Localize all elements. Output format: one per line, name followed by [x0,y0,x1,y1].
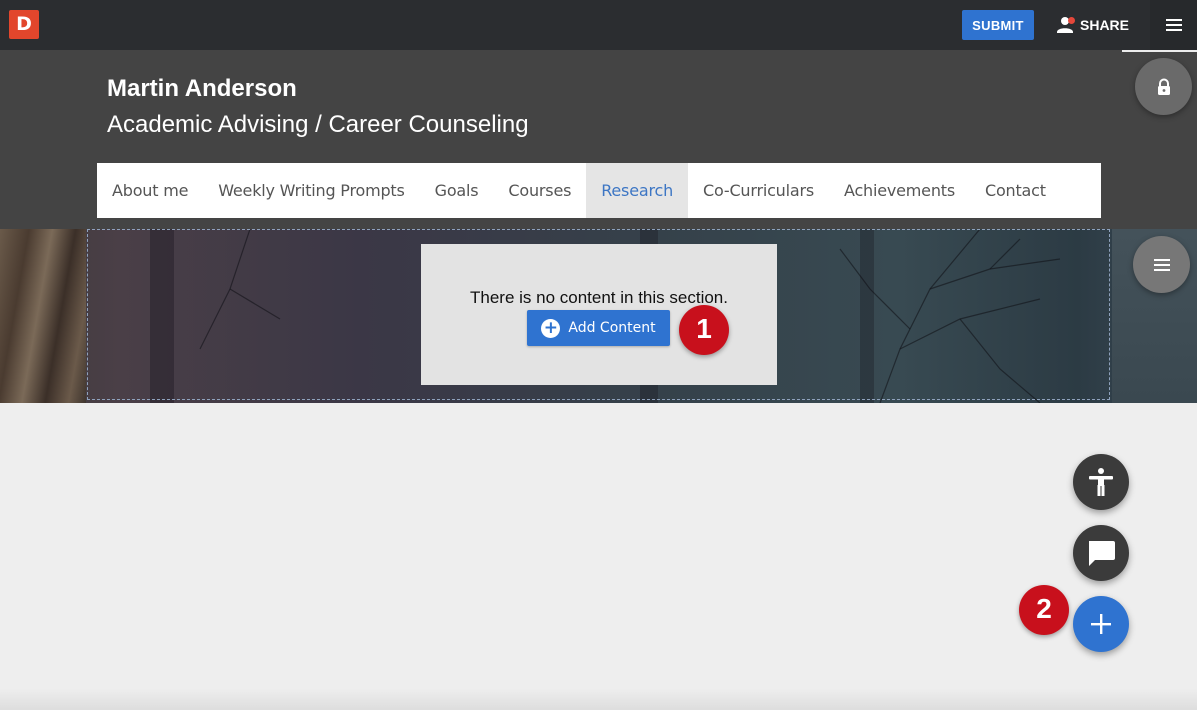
share-label: SHARE [1080,17,1130,33]
tab-co-curriculars[interactable]: Co-Curriculars [688,163,829,218]
add-fab-button[interactable] [1073,596,1129,652]
page-bottom-edge [0,688,1197,710]
header-divider [1122,50,1197,52]
top-bar: D SUBMIT SHARE [0,0,1197,50]
main-menu-button[interactable] [1150,0,1197,50]
tab-contact[interactable]: Contact [970,163,1061,218]
empty-section-message: There is no content in this section. [470,288,728,307]
add-content-button[interactable]: + Add Content [527,310,670,346]
accessibility-button[interactable] [1073,454,1129,510]
notification-dot [1068,17,1075,24]
hamburger-icon [1165,19,1182,31]
app-logo[interactable]: D [9,10,39,39]
accessibility-icon [1089,468,1113,496]
tab-achievements[interactable]: Achievements [829,163,970,218]
tab-research[interactable]: Research [586,163,689,218]
privacy-lock-button[interactable] [1135,58,1192,115]
submit-button[interactable]: SUBMIT [962,10,1034,40]
callout-badge-2: 2 [1019,585,1069,635]
add-content-label: Add Content [568,320,656,336]
page-navigation: About me Weekly Writing Prompts Goals Co… [97,163,1101,218]
chat-button[interactable] [1073,525,1129,581]
tab-goals[interactable]: Goals [420,163,494,218]
share-button[interactable]: SHARE [1056,11,1129,39]
person-icon [1056,15,1076,35]
chat-icon [1089,541,1115,566]
plus-icon [1091,614,1111,634]
callout-badge-1: 1 [679,305,729,355]
plus-circle-icon: + [541,318,561,338]
portfolio-subtitle: Academic Advising / Career Counseling [107,111,529,138]
section-menu-button[interactable] [1133,236,1190,293]
tab-about-me[interactable]: About me [97,163,203,218]
tab-weekly-writing-prompts[interactable]: Weekly Writing Prompts [203,163,419,218]
hamburger-icon [1153,258,1170,271]
tab-courses[interactable]: Courses [493,163,586,218]
lock-icon [1157,78,1170,95]
portfolio-owner-name: Martin Anderson [107,75,297,102]
